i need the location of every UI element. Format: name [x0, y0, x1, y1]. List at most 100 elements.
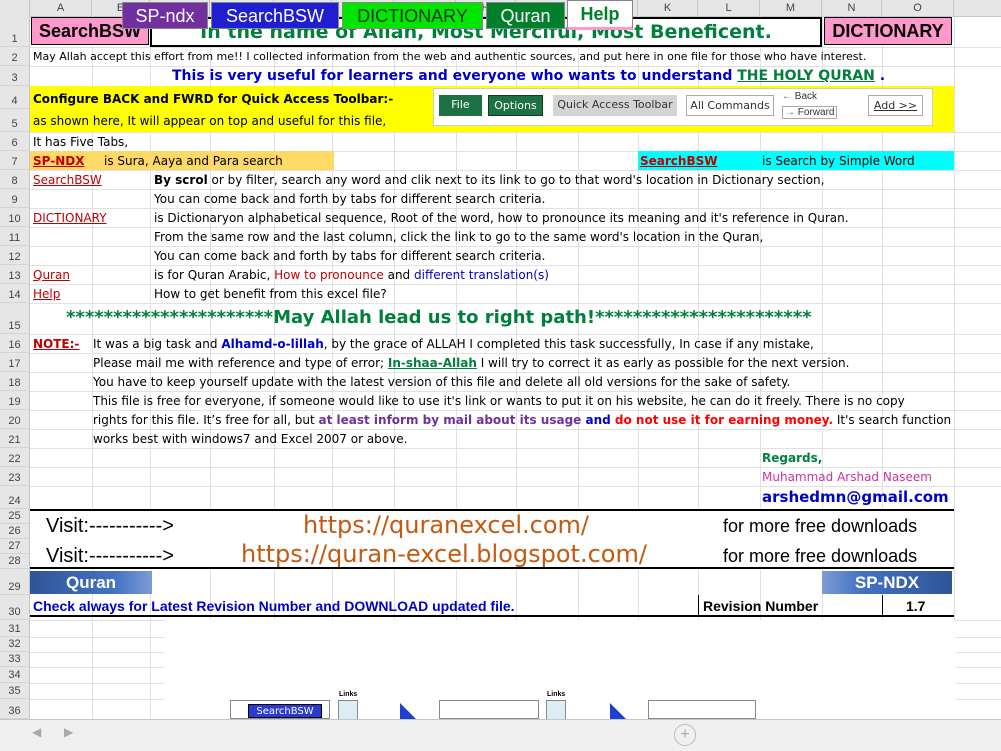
spndx-nav-label[interactable]: SP-NDX: [822, 571, 952, 594]
searchbsw-link-2[interactable]: SearchBSW: [640, 152, 717, 170]
row-header-17[interactable]: 17: [0, 353, 30, 372]
searchbsw-desc: is Search by Simple Word: [762, 154, 915, 168]
blogspot-url[interactable]: https://quran-excel.blogspot.com/: [241, 539, 647, 569]
regards-text: Regards,: [762, 451, 823, 465]
tab-quran[interactable]: Quran: [486, 2, 565, 29]
back-forward-list: ← Back → Forward: [780, 91, 856, 120]
row-header-5[interactable]: 5: [0, 109, 30, 132]
row20-text: rights for this file. It’s free for all,…: [93, 411, 951, 429]
row8-text: By scrol or by filter, search any word a…: [154, 171, 824, 189]
file-button[interactable]: File: [439, 95, 482, 116]
row20-and: and: [581, 413, 615, 427]
quran-nav-label[interactable]: Quran: [30, 571, 152, 594]
help-link[interactable]: Help: [33, 285, 60, 303]
mini-box-3: [648, 700, 756, 719]
tab-searchbsw[interactable]: SearchBSW: [211, 2, 339, 29]
column-header-a[interactable]: A: [30, 0, 92, 16]
row-header-16[interactable]: 16: [0, 334, 30, 353]
row16-t1: It was a big task and: [93, 337, 222, 351]
row-header-3[interactable]: 3: [0, 66, 30, 86]
inform-text: at least inform by mail about its usage: [318, 413, 582, 427]
row-header-11[interactable]: 11: [0, 227, 30, 246]
row-header-36[interactable]: 36: [0, 699, 30, 719]
row-header-23[interactable]: 23: [0, 467, 30, 486]
row-header-29[interactable]: 29: [0, 569, 30, 595]
row-header-4[interactable]: 4: [0, 86, 30, 109]
row-header-34[interactable]: 34: [0, 667, 30, 683]
revision-number-value: 1.7: [906, 598, 926, 614]
all-commands-dropdown[interactable]: All Commands: [686, 95, 774, 116]
row10-text: is Dictionaryon alphabetical sequence, R…: [154, 211, 849, 225]
row17-t2: I will try to correct it as early as pos…: [476, 356, 850, 370]
row3-text-end: .: [874, 68, 886, 84]
dictionary-link-box[interactable]: DICTIONARY: [824, 17, 952, 45]
mini-links-label-1: Links: [339, 691, 358, 698]
holy-quran-link[interactable]: THE HOLY QURAN: [737, 68, 875, 84]
row18-text: You have to keep yourself update with th…: [93, 375, 791, 389]
row-header-1[interactable]: 1: [0, 16, 30, 47]
back-item[interactable]: ← Back: [782, 91, 817, 102]
row-header-15[interactable]: 15: [0, 303, 30, 334]
scroll-right-icon[interactable]: ▶: [64, 725, 73, 739]
quick-access-toolbar-button[interactable]: Quick Access Toolbar: [553, 95, 677, 116]
quran-nav-box[interactable]: Quran: [30, 571, 152, 594]
row8-rest: or by filter, search any word and clik n…: [207, 173, 825, 187]
add-sheet-icon[interactable]: +: [674, 724, 696, 746]
row13-text: is for Quran Arabic, How to pronounce an…: [154, 266, 549, 284]
column-header-n[interactable]: N: [822, 0, 882, 16]
row-header-14[interactable]: 14: [0, 284, 30, 303]
tab-help[interactable]: Help: [567, 0, 633, 30]
dictionary-link-2[interactable]: DICTIONARY: [33, 209, 107, 227]
scroll-left-icon[interactable]: ◀: [32, 725, 41, 739]
row-header-6[interactable]: 6: [0, 132, 30, 151]
row-header-2[interactable]: 2: [0, 47, 30, 66]
searchbsw-link-3[interactable]: SearchBSW: [33, 171, 102, 189]
row-header-20[interactable]: 20: [0, 410, 30, 429]
tab-sp-ndx[interactable]: SP-ndx: [122, 2, 208, 29]
row-header-8[interactable]: 8: [0, 170, 30, 189]
row-header-13[interactable]: 13: [0, 265, 30, 284]
row-header-27[interactable]: 27: [0, 539, 30, 554]
column-header-k[interactable]: K: [638, 0, 698, 16]
row-header-26[interactable]: 26: [0, 524, 30, 539]
row8-bold: By scrol: [154, 173, 208, 187]
mini-box-2: [439, 700, 539, 719]
row-header-33[interactable]: 33: [0, 652, 30, 667]
row-header-22[interactable]: 22: [0, 448, 30, 467]
column-header-m[interactable]: M: [760, 0, 822, 16]
row-header-12[interactable]: 12: [0, 246, 30, 265]
dictionary-link[interactable]: DICTIONARY: [825, 18, 951, 44]
add-button[interactable]: Add >>: [868, 95, 923, 116]
row11-text: From the same row and the last column, c…: [154, 230, 764, 244]
select-all-corner[interactable]: [0, 0, 30, 16]
row-header-30[interactable]: 30: [0, 595, 30, 620]
translations-text: different translation(s): [414, 268, 549, 282]
row-header-10[interactable]: 10: [0, 208, 30, 227]
row-header-9[interactable]: 9: [0, 189, 30, 208]
note-link[interactable]: NOTE:-: [33, 335, 79, 353]
row21-text: works best with windows7 and Excel 2007 …: [93, 432, 408, 446]
row-header-7[interactable]: 7: [0, 151, 30, 170]
row-header-32[interactable]: 32: [0, 637, 30, 652]
row-header-21[interactable]: 21: [0, 429, 30, 448]
prayer-banner: **********************May Allah lead us …: [66, 307, 812, 328]
forward-label: Forward: [797, 107, 835, 118]
spndx-link[interactable]: SP-NDX: [33, 152, 84, 170]
quran-link[interactable]: Quran: [33, 266, 70, 284]
options-button[interactable]: Options: [488, 95, 543, 116]
email-link[interactable]: arshedmn@gmail.com: [762, 488, 949, 506]
tab-dictionary[interactable]: DICTIONARY: [342, 2, 483, 29]
row-header-19[interactable]: 19: [0, 391, 30, 410]
forward-item[interactable]: → Forward: [782, 106, 838, 119]
check-revision-text: Check always for Latest Revision Number …: [33, 598, 515, 614]
column-header-o[interactable]: O: [882, 0, 954, 16]
row-header-35[interactable]: 35: [0, 683, 30, 699]
row-header-24[interactable]: 24: [0, 486, 30, 509]
row-header-31[interactable]: 31: [0, 620, 30, 637]
row-header-28[interactable]: 28: [0, 554, 30, 569]
spndx-nav-box[interactable]: SP-NDX: [822, 571, 952, 594]
row-header-18[interactable]: 18: [0, 372, 30, 391]
row-header-25[interactable]: 25: [0, 509, 30, 524]
column-header-l[interactable]: L: [698, 0, 760, 16]
quranexcel-url[interactable]: https://quranexcel.com/: [303, 510, 589, 540]
